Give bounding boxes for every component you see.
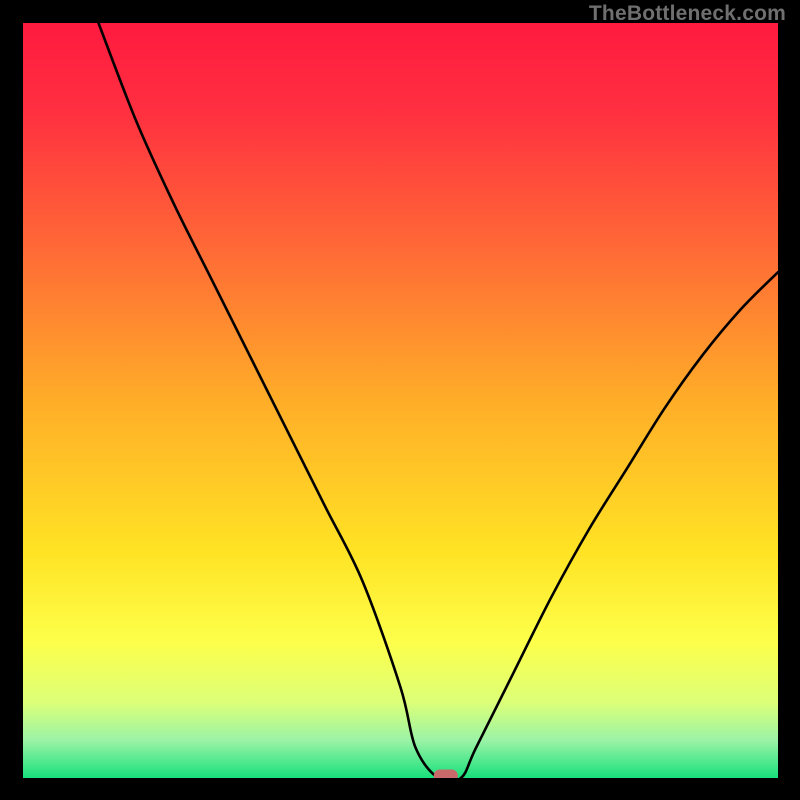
- chart-svg: [23, 23, 778, 778]
- plot-area: [23, 23, 778, 778]
- watermark-text: TheBottleneck.com: [589, 2, 786, 26]
- chart-container: TheBottleneck.com: [0, 0, 800, 800]
- gradient-rect: [23, 23, 778, 778]
- optimum-marker: [434, 770, 458, 779]
